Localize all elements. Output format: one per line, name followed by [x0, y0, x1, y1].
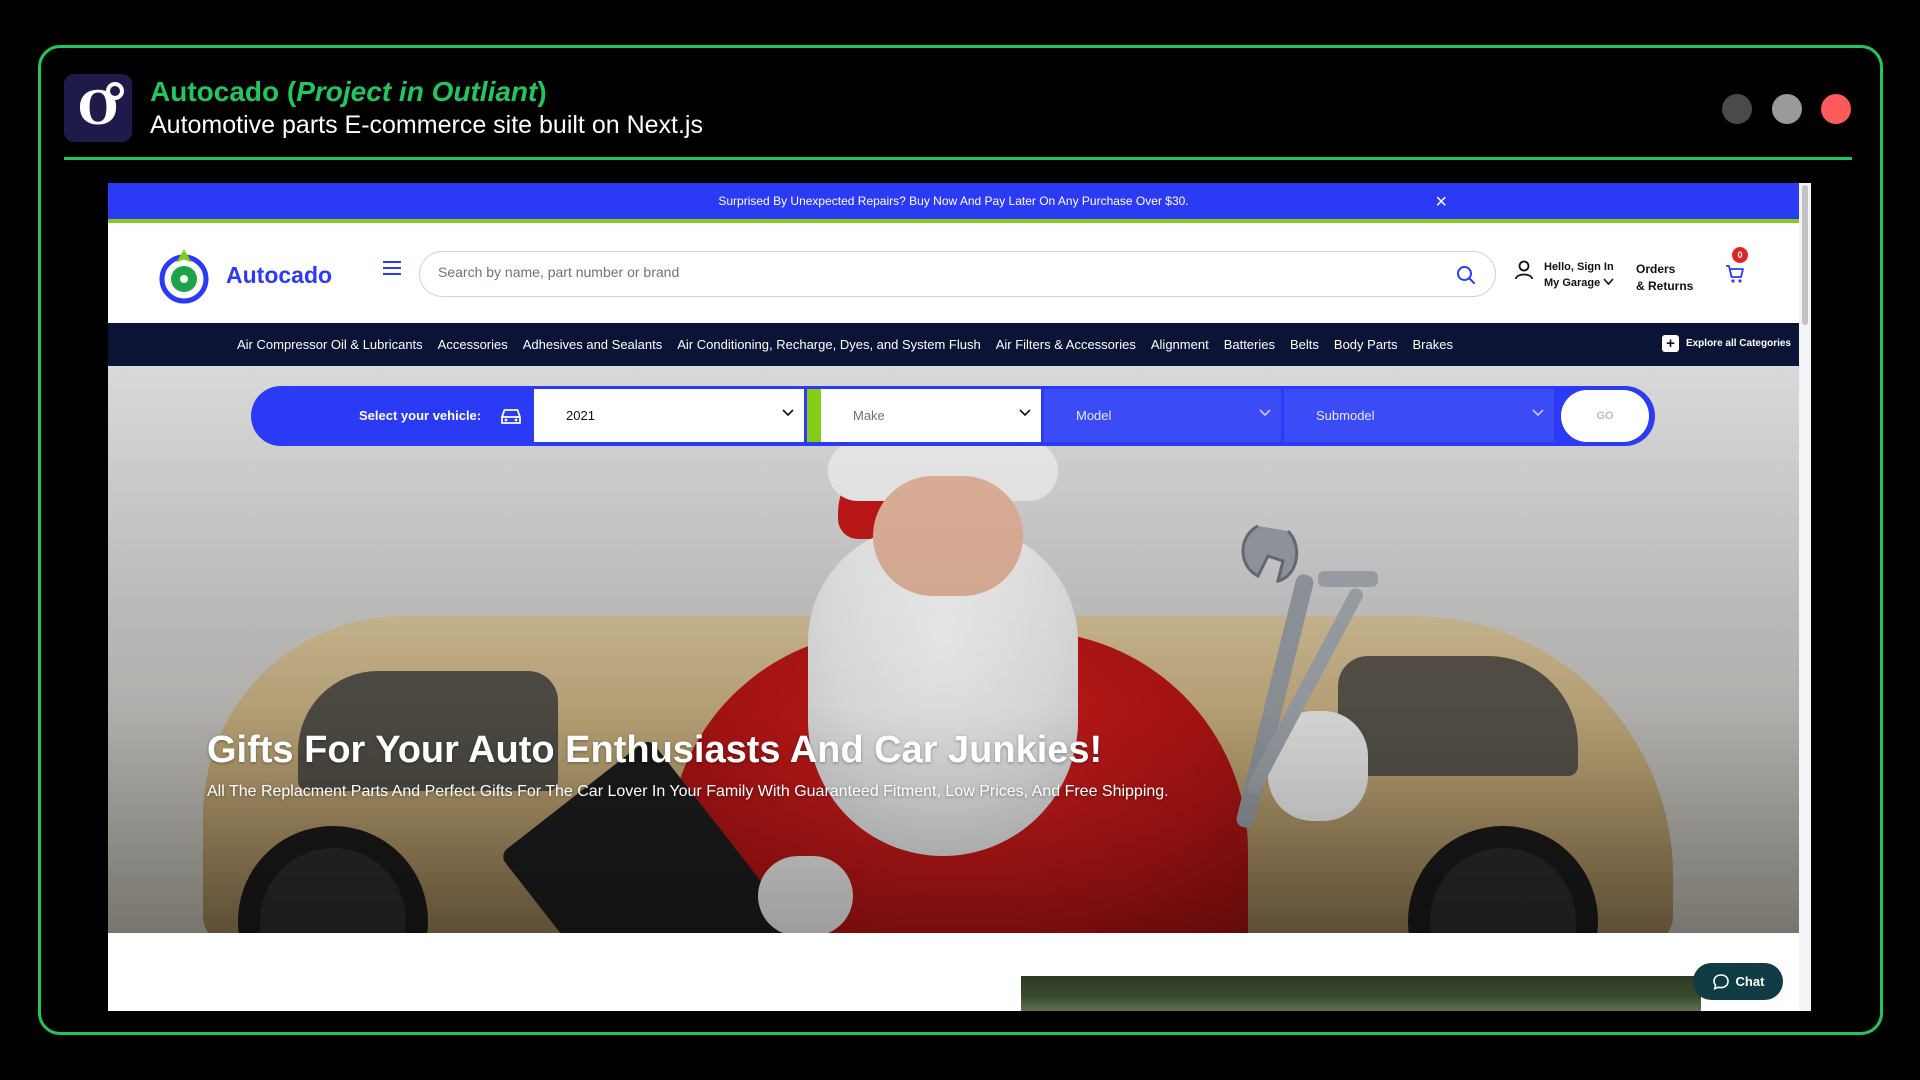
- category-link[interactable]: Air Compressor Oil & Lubricants: [237, 337, 423, 352]
- category-link[interactable]: Batteries: [1224, 337, 1275, 352]
- submodel-select[interactable]: Submodel: [1284, 389, 1554, 442]
- maximize-dot[interactable]: [1772, 94, 1802, 124]
- title-name: Autocado (: [150, 76, 297, 107]
- header-titles: Autocado (Project in Outliant) Automotiv…: [150, 76, 703, 140]
- promo-banner: Surprised By Unexpected Repairs? Buy Now…: [108, 183, 1799, 223]
- project-header: O Autocado (Project in Outliant) Automot…: [64, 74, 1852, 160]
- year-value: 2021: [566, 408, 595, 423]
- account-text: Hello, Sign In My Garage: [1544, 259, 1614, 291]
- category-link[interactable]: Air Conditioning, Recharge, Dyes, and Sy…: [677, 337, 980, 352]
- category-list: Air Compressor Oil & Lubricants Accessor…: [237, 337, 1468, 352]
- active-step-marker: [807, 389, 821, 442]
- hamburger-menu-icon[interactable]: [383, 261, 401, 279]
- category-link[interactable]: Body Parts: [1334, 337, 1398, 352]
- hero-banner: Select your vehicle: 2021 Make Model Sub…: [108, 366, 1799, 933]
- cart-count-badge: 0: [1732, 247, 1748, 263]
- chevron-down-icon: [782, 409, 794, 417]
- close-dot[interactable]: [1821, 94, 1851, 124]
- site-header: Autocado Hello, Sign In My Garage Orde: [108, 223, 1799, 323]
- my-garage-row[interactable]: My Garage: [1544, 275, 1614, 291]
- cart-icon: [1726, 265, 1744, 283]
- brand-logo[interactable]: Autocado: [158, 245, 332, 305]
- plus-icon: +: [1661, 335, 1679, 352]
- account-greeting: Hello, Sign In: [1544, 261, 1614, 273]
- project-title: Autocado (Project in Outliant): [150, 76, 703, 108]
- scrollbar-thumb[interactable]: [1802, 185, 1808, 325]
- explore-categories-button[interactable]: + Explore all Categories: [1661, 335, 1791, 352]
- promo-text: Surprised By Unexpected Repairs? Buy Now…: [718, 194, 1189, 208]
- orders-line2: & Returns: [1636, 279, 1694, 293]
- make-select[interactable]: Make: [821, 389, 1041, 442]
- chat-label: Chat: [1735, 974, 1765, 989]
- close-icon[interactable]: ×: [1435, 191, 1447, 214]
- chat-button[interactable]: Chat: [1693, 963, 1783, 1000]
- chevron-down-icon: [1603, 278, 1614, 286]
- hero-title: Gifts For Your Auto Enthusiasts And Car …: [207, 729, 1103, 771]
- chevron-down-icon: [1532, 409, 1544, 417]
- search-icon[interactable]: [1455, 264, 1477, 286]
- account-menu[interactable]: Hello, Sign In My Garage: [1514, 259, 1614, 291]
- logo-dot-icon: [106, 82, 124, 100]
- orders-line1: Orders: [1636, 262, 1676, 276]
- brand-name: Autocado: [226, 261, 333, 288]
- cart-button[interactable]: 0: [1724, 247, 1748, 290]
- website-screenshot: Surprised By Unexpected Repairs? Buy Now…: [108, 183, 1811, 1011]
- hero-shade: [108, 366, 1799, 933]
- title-close: ): [537, 76, 547, 107]
- go-button[interactable]: GO: [1561, 390, 1649, 442]
- header-divider: [64, 157, 1852, 160]
- model-select[interactable]: Model: [1044, 389, 1281, 442]
- hero-subtitle: All The Replacment Parts And Perfect Gif…: [207, 783, 1169, 800]
- title-italic: Project in Outliant: [296, 76, 538, 107]
- category-nav: Air Compressor Oil & Lubricants Accessor…: [108, 323, 1799, 366]
- vehicle-label: Select your vehicle:: [359, 408, 482, 423]
- autocado-logo-icon: [159, 249, 209, 304]
- chevron-down-icon: [1259, 409, 1271, 417]
- search-bar[interactable]: [419, 251, 1496, 297]
- content-image: [1021, 976, 1701, 1011]
- model-value: Model: [1076, 408, 1112, 423]
- outliant-logo: O: [64, 74, 132, 142]
- my-garage-label: My Garage: [1544, 277, 1601, 289]
- year-select[interactable]: 2021: [534, 389, 804, 442]
- user-icon: [1515, 260, 1533, 280]
- orders-returns-link[interactable]: Orders & Returns: [1636, 261, 1693, 295]
- category-link[interactable]: Belts: [1290, 337, 1319, 352]
- chevron-down-icon: [1019, 409, 1031, 417]
- explore-label: Explore all Categories: [1685, 338, 1791, 349]
- category-link[interactable]: Brakes: [1413, 337, 1453, 352]
- minimize-dot[interactable]: [1722, 94, 1752, 124]
- car-icon: [501, 409, 521, 424]
- project-subtitle: Automotive parts E-commerce site built o…: [150, 111, 703, 139]
- category-link[interactable]: Air Filters & Accessories: [996, 337, 1136, 352]
- vehicle-selector: Select your vehicle: 2021 Make Model Sub…: [251, 386, 1655, 446]
- submodel-value: Submodel: [1316, 408, 1375, 423]
- make-value: Make: [853, 408, 885, 423]
- category-link[interactable]: Adhesives and Sealants: [523, 337, 662, 352]
- category-link[interactable]: Accessories: [438, 337, 508, 352]
- scrollbar[interactable]: [1799, 183, 1811, 1011]
- search-input[interactable]: [438, 264, 1388, 280]
- chat-bubble-icon: [1712, 973, 1729, 990]
- category-link[interactable]: Alignment: [1151, 337, 1209, 352]
